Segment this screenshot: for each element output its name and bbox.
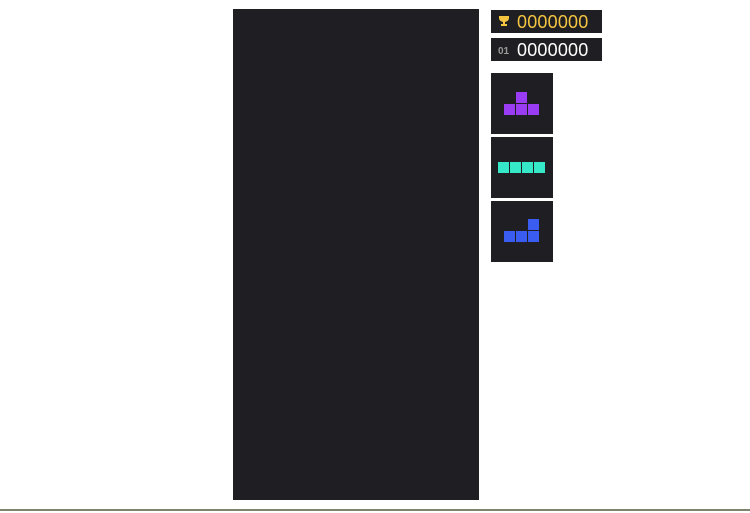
next-piece-preview-3 bbox=[491, 201, 553, 262]
l-piece-block bbox=[516, 231, 527, 242]
best-score: 0000000 bbox=[517, 11, 589, 32]
next-piece-preview-1 bbox=[491, 73, 553, 134]
i-piece-block bbox=[498, 162, 509, 173]
t-piece-block bbox=[528, 104, 539, 115]
game-screen: 0000000 01 0000000 bbox=[0, 0, 750, 513]
best-score-panel: 0000000 bbox=[491, 10, 602, 33]
bottom-divider bbox=[0, 509, 750, 511]
t-piece-block bbox=[516, 92, 527, 103]
i-piece-block bbox=[522, 162, 533, 173]
i-piece-block bbox=[534, 162, 545, 173]
l-piece-block bbox=[528, 219, 539, 230]
playfield[interactable] bbox=[233, 9, 479, 500]
t-piece-block bbox=[504, 104, 515, 115]
current-score: 0000000 bbox=[517, 39, 589, 60]
level-indicator: 01 bbox=[497, 46, 510, 57]
current-score-panel: 01 0000000 bbox=[491, 38, 602, 61]
t-piece-block bbox=[516, 104, 527, 115]
next-piece-preview-2 bbox=[491, 137, 553, 198]
i-piece-block bbox=[510, 162, 521, 173]
l-piece-block bbox=[504, 231, 515, 242]
trophy-icon bbox=[496, 12, 511, 32]
l-piece-block bbox=[528, 231, 539, 242]
